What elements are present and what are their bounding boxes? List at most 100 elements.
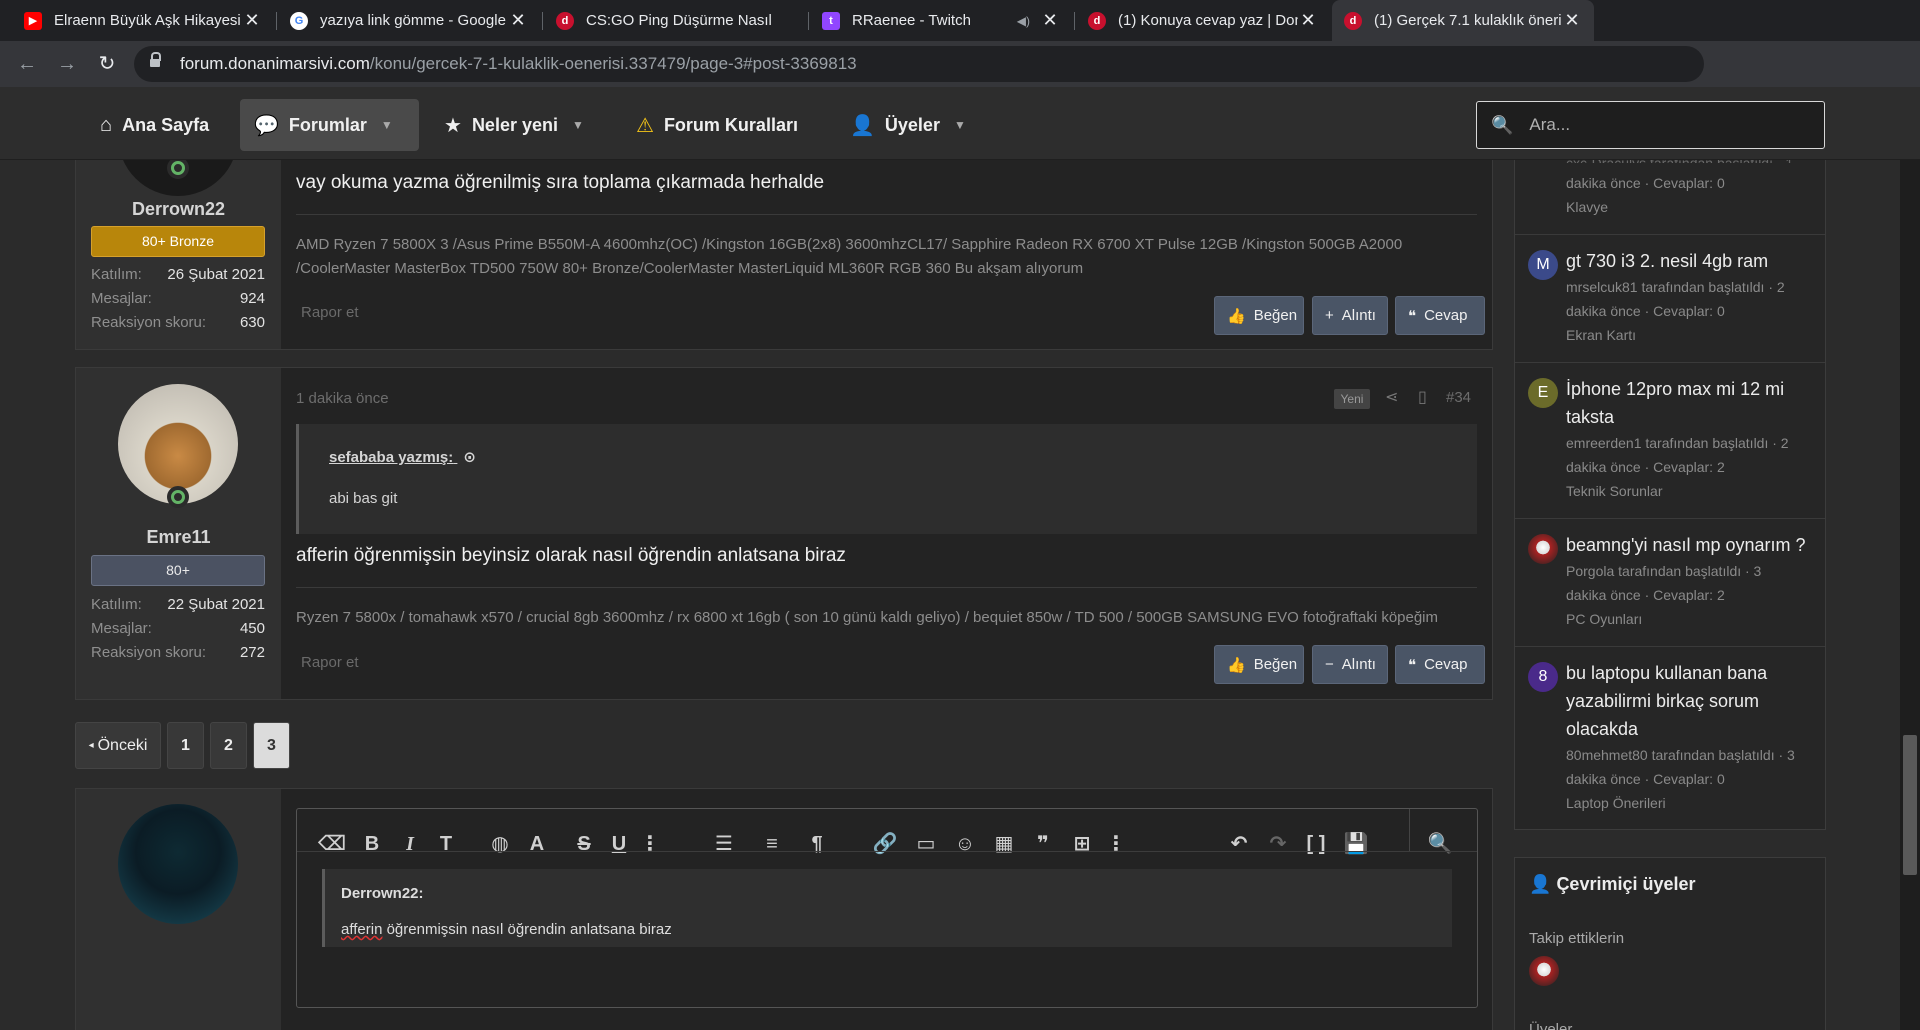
sidebar-thread-item[interactable]: beamng'yi nasıl mp oynarım ? Porgola tar… <box>1515 519 1825 647</box>
close-tab-icon[interactable]: ✕ <box>508 10 528 31</box>
page-scrollbar[interactable] <box>1900 87 1920 1030</box>
thread-title[interactable]: gt 730 i3 2. nesil 4gb ram <box>1566 247 1813 275</box>
chevron-down-icon[interactable]: ▼ <box>572 118 584 132</box>
undo-icon[interactable]: ↶ <box>1224 829 1254 859</box>
bbcode-toggle-icon[interactable]: [ ] <box>1301 829 1331 859</box>
chat-bubbles-icon: 💬 <box>254 114 279 137</box>
more-vertical-icon[interactable]: ⋮ <box>635 829 665 859</box>
thread-title[interactable]: bu laptopu kullanan bana yazabilirmi bir… <box>1566 659 1813 743</box>
close-tab-icon[interactable]: ✕ <box>1298 10 1318 31</box>
username[interactable]: Derrown22 <box>76 199 281 220</box>
avatar[interactable] <box>1529 956 1559 986</box>
reload-icon[interactable]: ↻ <box>92 49 122 79</box>
search-input[interactable]: 🔍 Ara... <box>1476 101 1825 149</box>
share-icon[interactable]: ⋖ <box>1385 387 1398 407</box>
username[interactable]: Emre11 <box>76 527 281 548</box>
list-icon[interactable]: ☰ <box>709 829 739 859</box>
like-button[interactable]: 👍 Beğen <box>1214 645 1304 684</box>
browser-tab[interactable]: d CS:GO Ping Düşürme Nasıl <box>544 0 806 41</box>
post-number-link[interactable]: #34 <box>1446 389 1471 406</box>
underline-icon[interactable]: U <box>604 829 634 859</box>
avatar[interactable] <box>1528 534 1558 564</box>
quote-insert-icon[interactable]: ❞ <box>1028 829 1058 859</box>
sidebar-thread-item[interactable]: 8 bu laptopu kullanan bana yazabilirmi b… <box>1515 647 1825 831</box>
redo-icon[interactable]: ↷ <box>1263 829 1293 859</box>
post-body: vay okuma yazma öğrenilmiş sıra toplama … <box>281 151 1492 349</box>
thread-forum-link[interactable]: Teknik Sorunlar <box>1566 479 1817 503</box>
forward-icon[interactable]: → <box>52 49 82 79</box>
nav-forums[interactable]: 💬 Forumlar ▼ <box>240 99 419 151</box>
plus-icon: + <box>1325 307 1334 324</box>
chevron-down-icon[interactable]: ▼ <box>954 118 966 132</box>
quote-button[interactable]: + Alıntı <box>1312 296 1388 335</box>
online-members-title: 👤 Çevrimiçi üyeler <box>1529 874 1696 894</box>
italic-icon[interactable]: I <box>395 829 425 859</box>
avatar[interactable]: E <box>1528 378 1558 408</box>
speaker-muted-icon[interactable]: ◀) <box>1017 14 1030 28</box>
bookmark-icon[interactable]: ▯ <box>1418 387 1427 407</box>
pagination-prev-button[interactable]: ◂ Önceki <box>75 722 161 769</box>
quote-author[interactable]: sefababa yazmış: ⊙ <box>329 448 476 466</box>
bold-icon[interactable]: B <box>357 829 387 859</box>
thread-forum-link[interactable]: PC Oyunları <box>1566 607 1817 631</box>
address-bar[interactable]: forum.donanimarsivi.com/konu/gercek-7-1-… <box>134 46 1704 82</box>
preview-icon[interactable]: 🔍 <box>1425 829 1455 859</box>
table-icon[interactable]: ⊞ <box>1067 829 1097 859</box>
new-badge: Yeni <box>1334 389 1370 409</box>
sidebar-thread-item[interactable]: E İphone 12pro max mi 12 mi taksta emree… <box>1515 363 1825 519</box>
smiley-icon[interactable]: ☺ <box>950 829 980 859</box>
chevron-down-icon[interactable]: ▼ <box>381 118 393 132</box>
stat-messages: Mesajlar: 924 <box>91 290 265 307</box>
reply-button[interactable]: ❝ Cevap <box>1395 645 1485 684</box>
close-tab-icon[interactable]: ✕ <box>1562 10 1582 31</box>
nav-home[interactable]: ⌂ Ana Sayfa <box>86 99 223 151</box>
report-link[interactable]: Rapor et <box>301 654 359 671</box>
paragraph-icon[interactable]: ¶ <box>802 829 832 859</box>
thread-forum-link[interactable]: Klavye <box>1566 195 1817 219</box>
nav-members[interactable]: 👤 Üyeler ▼ <box>836 99 980 151</box>
browser-tab[interactable]: t RRaenee - Twitch ◀) ✕ <box>810 0 1072 41</box>
media-icon[interactable]: ▦ <box>989 829 1019 859</box>
sidebar-thread-item[interactable]: cxc-Draculys tarafından başlatıldı · 1 d… <box>1515 151 1825 235</box>
eraser-icon[interactable]: ⌫ <box>317 829 347 859</box>
sidebar-online-members: 👤 Çevrimiçi üyeler Takip ettiklerin Üyel… <box>1514 857 1826 1030</box>
back-icon[interactable]: ← <box>12 49 42 79</box>
report-link[interactable]: Rapor et <box>301 304 359 321</box>
pagination-page-2[interactable]: 2 <box>210 722 247 769</box>
browser-toolbar: ← → ↻ forum.donanimarsivi.com/konu/gerce… <box>0 41 1920 87</box>
pagination-page-1[interactable]: 1 <box>167 722 204 769</box>
link-icon[interactable]: 🔗 <box>870 829 900 859</box>
avatar[interactable]: M <box>1528 250 1558 280</box>
post-date[interactable]: 1 dakika önce <box>296 390 389 407</box>
pagination-page-3[interactable]: 3 <box>253 722 290 769</box>
thread-title[interactable]: İphone 12pro max mi 12 mi taksta <box>1566 375 1813 431</box>
browser-tab[interactable]: G yazıya link gömme - Google ✕ <box>278 0 540 41</box>
align-icon[interactable]: ≡ <box>757 829 787 859</box>
browser-tab-active[interactable]: d (1) Gerçek 7.1 kulaklık öneri ✕ <box>1332 0 1594 41</box>
image-icon[interactable]: ▭ <box>911 829 941 859</box>
post-message: afferin öğrenmişsin beyinsiz olarak nası… <box>296 545 846 566</box>
message-editor[interactable]: ⌫ B I T ◍ A S U ⋮ ☰ ≡ ¶ 🔗 ▭ ☺ ▦ ❞ ⊞ ⋮ ↶ … <box>296 808 1478 1008</box>
close-tab-icon[interactable]: ✕ <box>1040 10 1060 31</box>
browser-tab[interactable]: d (1) Konuya cevap yaz | Dona ✕ <box>1076 0 1330 41</box>
close-tab-icon[interactable]: ✕ <box>242 10 262 31</box>
font-size-icon[interactable]: T <box>431 829 461 859</box>
thread-forum-link[interactable]: Ekran Kartı <box>1566 323 1817 347</box>
save-draft-icon[interactable]: 💾 <box>1341 829 1371 859</box>
quote-button[interactable]: − Alıntı <box>1312 645 1388 684</box>
font-family-icon[interactable]: A <box>522 829 552 859</box>
thread-title[interactable]: beamng'yi nasıl mp oynarım ? <box>1566 531 1813 559</box>
browser-tab[interactable]: ▶ Elraenn Büyük Aşk Hikayesi ✕ <box>12 0 274 41</box>
strikethrough-icon[interactable]: S <box>569 829 599 859</box>
nav-whats-new[interactable]: ★ Neler yeni ▼ <box>430 99 598 151</box>
nav-rules[interactable]: ⚠ Forum Kuralları <box>622 99 812 151</box>
scrollbar-thumb[interactable] <box>1903 735 1917 875</box>
thread-forum-link[interactable]: Laptop Önerileri <box>1566 791 1817 815</box>
like-button[interactable]: 👍 Beğen <box>1214 296 1304 335</box>
more-vertical-icon[interactable]: ⋮ <box>1101 829 1131 859</box>
sidebar-thread-item[interactable]: M gt 730 i3 2. nesil 4gb ram mrselcuk81 … <box>1515 235 1825 363</box>
palette-icon[interactable]: ◍ <box>485 829 515 859</box>
reply-button[interactable]: ❝ Cevap <box>1395 296 1485 335</box>
stat-reaction-score: Reaksiyon skoru: 630 <box>91 314 265 331</box>
avatar[interactable]: 8 <box>1528 662 1558 692</box>
